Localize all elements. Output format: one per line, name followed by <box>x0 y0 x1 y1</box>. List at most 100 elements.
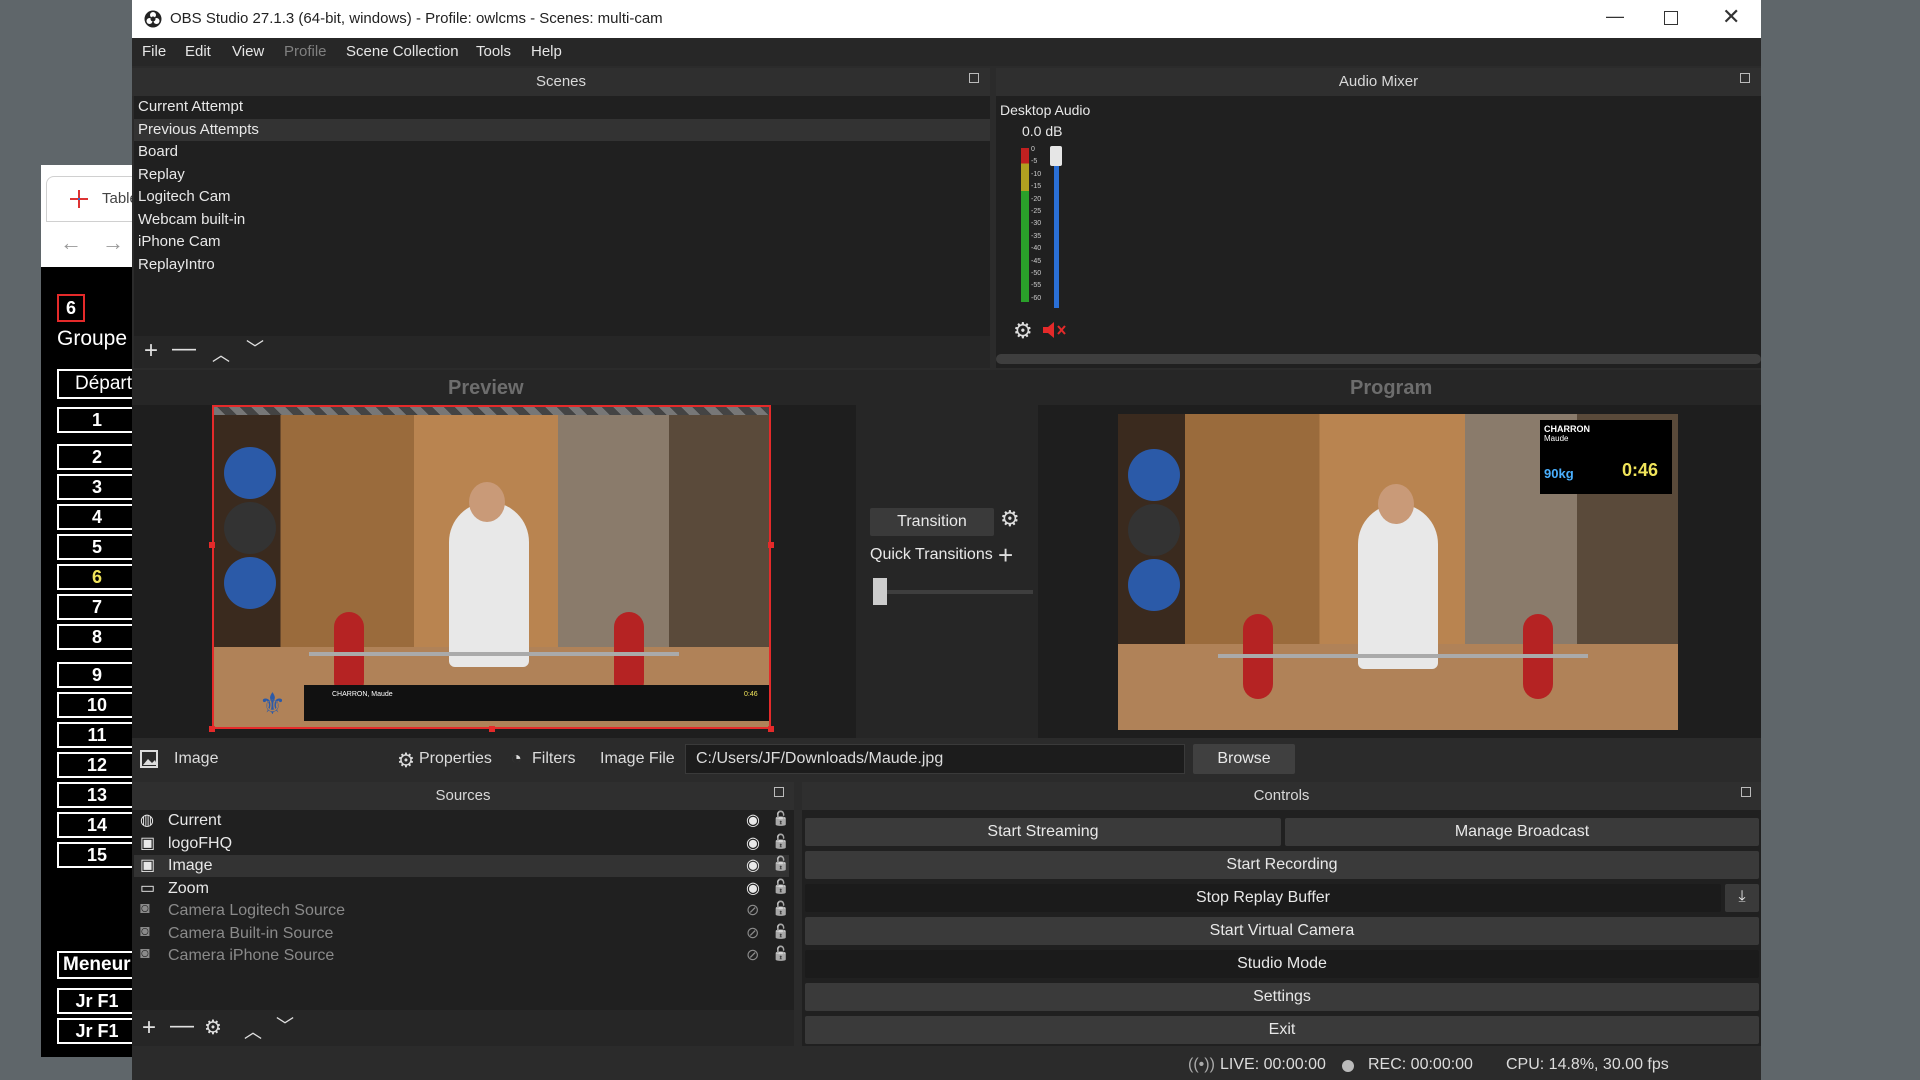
transition-gear-icon[interactable]: ⚙ <box>1000 506 1020 532</box>
hatch-strip <box>214 407 769 415</box>
scene-item[interactable]: ReplayIntro <box>134 254 990 276</box>
remove-scene-icon[interactable]: — <box>172 337 196 361</box>
source-item[interactable]: ◙ Camera Built-in Source ⊘ 🔓 <box>134 923 789 945</box>
start-streaming-button[interactable]: Start Streaming <box>805 818 1281 846</box>
lock-icon[interactable]: 🔓 <box>772 945 789 962</box>
start-virtual-camera-button[interactable]: Start Virtual Camera <box>805 917 1759 945</box>
start-order-cell: 3 <box>57 474 137 500</box>
mixer-scrollbar[interactable] <box>996 354 1761 364</box>
resize-handle[interactable] <box>209 726 215 732</box>
dock-float-icon[interactable] <box>1741 787 1751 797</box>
lock-icon[interactable]: 🔓 <box>772 923 789 940</box>
studio-mode-button[interactable]: Studio Mode <box>805 950 1759 978</box>
eye-hidden-icon[interactable]: ⊘ <box>746 923 759 943</box>
scene-label: ReplayIntro <box>138 255 215 273</box>
dock-float-icon[interactable] <box>774 787 784 797</box>
remove-source-icon[interactable]: — <box>170 1014 194 1038</box>
filters-icon[interactable]: ◔ <box>511 748 522 769</box>
source-item[interactable]: ◍ Current ◉ 🔓 <box>134 810 789 832</box>
add-scene-icon[interactable]: + <box>144 339 158 363</box>
menu-help[interactable]: Help <box>531 43 562 60</box>
menu-tools[interactable]: Tools <box>476 43 511 60</box>
eye-icon[interactable]: ◉ <box>746 878 760 898</box>
image-file-path-field[interactable]: C:/Users/JF/Downloads/Maude.jpg <box>685 744 1185 774</box>
browse-button[interactable]: Browse <box>1193 744 1295 774</box>
scene-item[interactable]: iPhone Cam <box>134 231 990 253</box>
properties-gear-icon[interactable]: ⚙ <box>397 748 415 773</box>
athlete-head <box>469 482 505 522</box>
resize-handle[interactable] <box>209 542 215 548</box>
lock-icon[interactable]: 🔓 <box>772 833 789 850</box>
transition-button[interactable]: Transition <box>870 508 994 536</box>
globe-icon: ◍ <box>140 812 154 829</box>
minimize-icon[interactable]: — <box>1606 6 1624 27</box>
t-bar-handle[interactable] <box>873 578 887 605</box>
start-order-cell: 5 <box>57 534 137 560</box>
eye-icon[interactable]: ◉ <box>746 833 760 853</box>
lock-icon[interactable]: 🔓 <box>772 855 789 872</box>
menu-file[interactable]: File <box>142 43 166 60</box>
scene-item[interactable]: Webcam built-in <box>134 209 990 231</box>
forward-arrow-icon[interactable]: → <box>102 230 124 256</box>
menu-view[interactable]: View <box>232 43 264 60</box>
eye-icon[interactable]: ◉ <box>746 810 760 830</box>
move-up-icon[interactable]: ︿ <box>244 1020 262 1044</box>
dock-float-icon[interactable] <box>969 73 979 83</box>
rec-dot-icon <box>1342 1060 1354 1072</box>
lock-icon[interactable]: 🔓 <box>772 878 789 895</box>
save-replay-icon[interactable]: ⤓ <box>1725 884 1759 912</box>
move-down-icon[interactable]: ﹀ <box>246 337 264 361</box>
background-browser-tab[interactable]: Table <box>46 176 146 222</box>
settings-button[interactable]: Settings <box>805 983 1759 1011</box>
volume-slider-track[interactable] <box>1054 148 1059 308</box>
properties-button[interactable]: Properties <box>419 750 492 768</box>
close-icon[interactable]: ✕ <box>1722 4 1740 30</box>
scene-item[interactable]: Logitech Cam <box>134 186 990 208</box>
add-quick-transition-icon[interactable]: + <box>998 540 1013 571</box>
move-down-icon[interactable]: ﹀ <box>276 1014 294 1038</box>
source-properties-gear-icon[interactable]: ⚙ <box>204 1016 222 1040</box>
resize-handle[interactable] <box>489 726 495 732</box>
menu-scene-collection[interactable]: Scene Collection <box>346 43 459 60</box>
move-up-icon[interactable]: ︿ <box>212 343 230 367</box>
eye-icon[interactable]: ◉ <box>746 855 760 875</box>
scene-item[interactable]: Previous Attempts <box>134 118 990 141</box>
eye-hidden-icon[interactable]: ⊘ <box>746 900 759 920</box>
audio-settings-gear-icon[interactable]: ⚙ <box>1013 318 1033 344</box>
scenes-toolbar: + — ︿ ﹀ <box>134 336 990 368</box>
add-source-icon[interactable]: + <box>142 1016 156 1040</box>
source-item[interactable]: ◙ Camera iPhone Source ⊘ 🔓 <box>134 945 789 967</box>
source-item[interactable]: ▭ Zoom ◉ 🔓 <box>134 878 789 900</box>
back-arrow-icon[interactable]: ← <box>60 230 82 256</box>
volume-slider-handle[interactable] <box>1050 146 1062 166</box>
scene-item[interactable]: Board <box>134 141 990 163</box>
manage-broadcast-button[interactable]: Manage Broadcast <box>1285 818 1759 846</box>
eye-hidden-icon[interactable]: ⊘ <box>746 945 759 965</box>
live-broadcast-icon: ((•)) <box>1188 1056 1215 1073</box>
lock-icon[interactable]: 🔓 <box>772 810 789 827</box>
dock-float-icon[interactable] <box>1740 73 1750 83</box>
start-recording-button[interactable]: Start Recording <box>805 851 1759 879</box>
maximize-icon[interactable] <box>1664 11 1678 25</box>
meneur-label: Meneur <box>57 951 137 979</box>
muted-speaker-icon[interactable] <box>1042 320 1072 340</box>
scene-item[interactable]: Current Attempt <box>134 96 990 118</box>
source-label: Zoom <box>168 879 209 897</box>
obs-logo-icon <box>144 10 162 28</box>
scene-label: Webcam built-in <box>138 210 246 228</box>
menu-profile[interactable]: Profile <box>284 43 327 60</box>
resize-handle[interactable] <box>768 542 774 548</box>
source-item[interactable]: ▣ Image ◉ 🔓 <box>134 855 789 877</box>
exit-button[interactable]: Exit <box>805 1016 1759 1044</box>
scene-item[interactable]: Replay <box>134 164 990 186</box>
lock-icon[interactable]: 🔓 <box>772 900 789 917</box>
stop-replay-buffer-button[interactable]: Stop Replay Buffer <box>805 884 1721 912</box>
source-item[interactable]: ▣ logoFHQ ◉ 🔓 <box>134 833 789 855</box>
meter-scale-tick: -15 <box>1031 183 1042 191</box>
source-item[interactable]: ◙ Camera Logitech Source ⊘ 🔓 <box>134 900 789 922</box>
filters-button[interactable]: Filters <box>532 750 576 768</box>
preview-image[interactable]: CHARRON, Maude 0:46 ⚜ <box>212 405 771 729</box>
t-bar-track[interactable] <box>875 590 1033 594</box>
resize-handle[interactable] <box>768 726 774 732</box>
menu-edit[interactable]: Edit <box>185 43 211 60</box>
